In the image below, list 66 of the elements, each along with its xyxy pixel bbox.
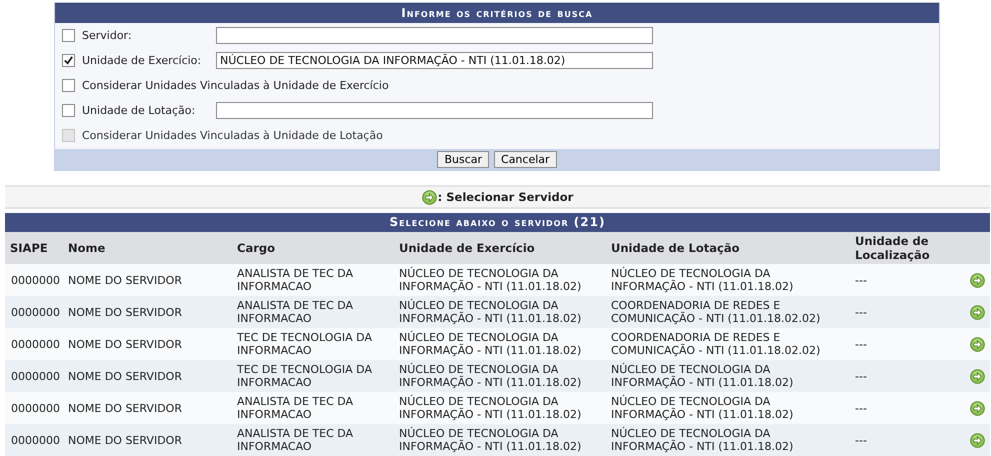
table-cell: TEC DE TECNOLOGIA DA INFORMACAO [232, 328, 394, 360]
column-header: Unidade de Exercício [394, 232, 606, 264]
table-cell: NÚCLEO DE TECNOLOGIA DA INFORMAÇÃO - NTI (11.01.18.02) [606, 360, 850, 392]
table-cell: --- [850, 392, 965, 424]
table-cell: NOME DO SERVIDOR [63, 360, 232, 392]
table-cell: --- [850, 296, 965, 328]
table-cell: NOME DO SERVIDOR [63, 392, 232, 424]
field-label: Considerar Unidades Vinculadas à Unidade de Lotação [82, 129, 383, 142]
table-cell: ANALISTA DE TEC DA INFORMACAO [232, 424, 394, 456]
checkbox[interactable] [62, 104, 75, 117]
column-header: Nome [63, 232, 232, 264]
input-field[interactable] [216, 27, 653, 44]
table-cell: NÚCLEO DE TECNOLOGIA DA INFORMAÇÃO - NTI (11.01.18.02) [606, 264, 850, 296]
input-field[interactable]: NÚCLEO DE TECNOLOGIA DA INFORMAÇÃO - NTI (11.01.18.02) [216, 52, 653, 69]
table-title: Selecione abaixo o servidor (21) [5, 213, 990, 232]
column-header: SIAPE [5, 232, 63, 264]
table-cell: --- [850, 360, 965, 392]
table-cell: 0000000 [5, 360, 63, 392]
table-cell: NÚCLEO DE TECNOLOGIA DA INFORMAÇÃO - NTI (11.01.18.02) [606, 424, 850, 456]
select-icon[interactable] [970, 336, 985, 352]
table-cell: NÚCLEO DE TECNOLOGIA DA INFORMAÇÃO - NTI (11.01.18.02) [394, 296, 606, 328]
table-cell: COORDENADORIA DE REDES E COMUNICAÇÃO - NTI (11.01.18.02.02) [606, 296, 850, 328]
table-cell: NOME DO SERVIDOR [63, 328, 232, 360]
select-icon[interactable] [970, 432, 985, 448]
field-label: Unidade de Lotação: [82, 104, 196, 117]
column-header: Unidade de Lotação [606, 232, 850, 264]
field-label: Servidor: [82, 29, 133, 42]
panel-title: Informe os critérios de busca [55, 3, 939, 23]
checkbox[interactable] [62, 54, 75, 67]
table-cell: TEC DE TECNOLOGIA DA INFORMACAO [232, 360, 394, 392]
table-cell: 0000000 [5, 392, 63, 424]
table-cell: --- [850, 328, 965, 360]
column-header: Unidade de Localização [850, 232, 990, 264]
table-cell: NÚCLEO DE TECNOLOGIA DA INFORMAÇÃO - NTI (11.01.18.02) [394, 424, 606, 456]
table-cell: ANALISTA DE TEC DA INFORMACAO [232, 264, 394, 296]
table-cell: NÚCLEO DE TECNOLOGIA DA INFORMAÇÃO - NTI (11.01.18.02) [394, 328, 606, 360]
field-label: Unidade de Exercício: [82, 54, 202, 67]
column-header: Cargo [232, 232, 394, 264]
select-icon[interactable] [970, 272, 985, 288]
table-cell: 0000000 [5, 424, 63, 456]
select-icon[interactable] [970, 304, 985, 320]
table-cell: NÚCLEO DE TECNOLOGIA DA INFORMAÇÃO - NTI (11.01.18.02) [394, 264, 606, 296]
table-cell: NOME DO SERVIDOR [63, 264, 232, 296]
table-cell: --- [850, 424, 965, 456]
go-icon[interactable] [422, 190, 437, 204]
input-field[interactable] [216, 102, 653, 119]
checkbox[interactable] [62, 29, 75, 42]
table-cell: NOME DO SERVIDOR [63, 424, 232, 456]
table-cell: 0000000 [5, 264, 63, 296]
table-cell: COORDENADORIA DE REDES E COMUNICAÇÃO - NTI (11.01.18.02.02) [606, 328, 850, 360]
table-cell: NOME DO SERVIDOR [63, 296, 232, 328]
search-button[interactable]: Buscar [437, 151, 490, 168]
select-icon[interactable] [970, 400, 985, 416]
table-cell: NÚCLEO DE TECNOLOGIA DA INFORMAÇÃO - NTI (11.01.18.02) [394, 360, 606, 392]
table-cell: 0000000 [5, 328, 63, 360]
checkbox[interactable] [62, 79, 75, 92]
cancel-button[interactable]: Cancelar [494, 151, 557, 168]
table-cell: NÚCLEO DE TECNOLOGIA DA INFORMAÇÃO - NTI (11.01.18.02) [394, 392, 606, 424]
table-cell: --- [850, 264, 965, 296]
select-icon[interactable] [970, 368, 985, 384]
field-label: Considerar Unidades Vinculadas à Unidade de Exercício [82, 79, 389, 92]
table-cell: NÚCLEO DE TECNOLOGIA DA INFORMAÇÃO - NTI (11.01.18.02) [606, 392, 850, 424]
table-cell: 0000000 [5, 296, 63, 328]
table-cell: ANALISTA DE TEC DA INFORMACAO [232, 296, 394, 328]
legend-label: : Selecionar Servidor [438, 190, 574, 204]
table-cell: ANALISTA DE TEC DA INFORMACAO [232, 392, 394, 424]
